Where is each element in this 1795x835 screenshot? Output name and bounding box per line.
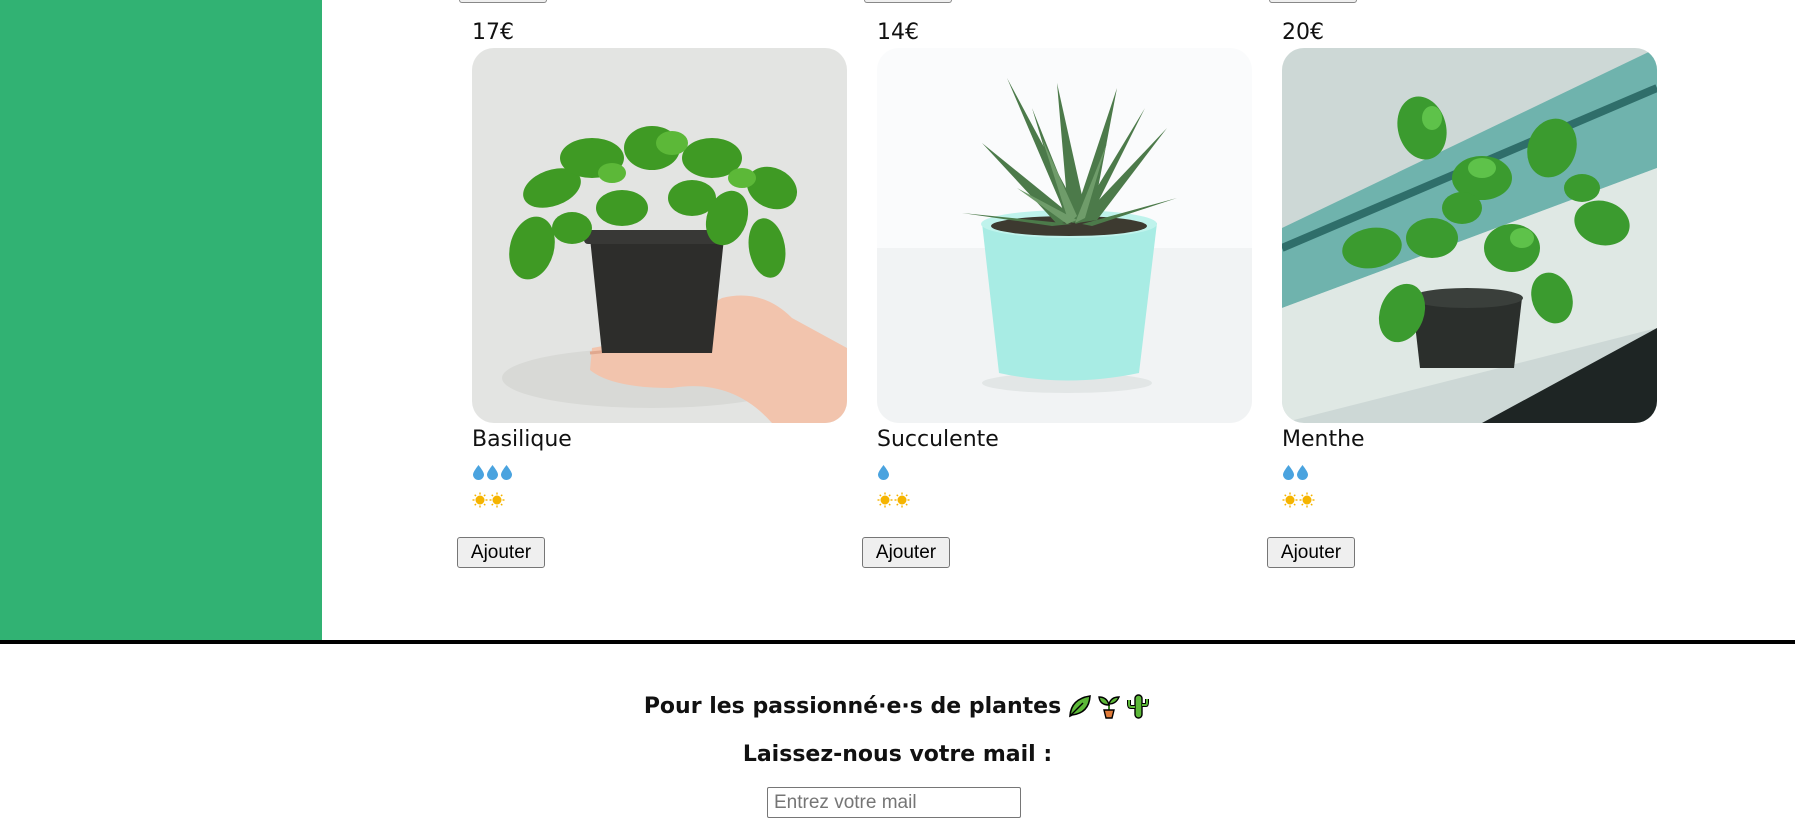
water-drop-icon: [473, 465, 484, 480]
previous-row-button[interactable]: [459, 0, 547, 3]
footer-title-row: Pour les passionné·e·s de plantes: [0, 693, 1795, 719]
leaf-icon: [1069, 695, 1092, 718]
water-level: [877, 462, 890, 482]
product-price: 20€: [1282, 20, 1324, 45]
product-name: Basilique: [472, 427, 572, 452]
product-price: 14€: [877, 20, 919, 45]
sun-icon: [489, 492, 505, 508]
sun-icon: [1282, 492, 1298, 508]
water-level: [1282, 462, 1309, 482]
plant-emojis: [1067, 693, 1151, 719]
product-price: 17€: [472, 20, 514, 45]
product-card: 20€ Menthe Ajouter: [1267, 0, 1658, 575]
previous-row-button[interactable]: [1269, 0, 1357, 3]
add-to-cart-button[interactable]: Ajouter: [862, 537, 950, 568]
light-level: [877, 490, 910, 510]
sun-icon: [877, 492, 893, 508]
seedling-icon: [1098, 696, 1121, 719]
sun-icon: [472, 492, 488, 508]
footer: Pour les passionné·e·s de plantes Laisse…: [0, 644, 1795, 835]
sun-icon: [894, 492, 910, 508]
cactus-icon: [1127, 694, 1150, 719]
light-level: [1282, 490, 1315, 510]
water-drop-icon: [878, 465, 889, 480]
product-card: 17€ Basilique Ajouter: [457, 0, 848, 575]
mail-label: Laissez-nous votre mail :: [742, 742, 1053, 767]
product-card: 14€ Succulente Ajouter: [862, 0, 1253, 575]
light-level: [472, 490, 505, 510]
previous-row-button[interactable]: [864, 0, 952, 3]
water-drop-icon: [1297, 465, 1308, 480]
footer-title: Pour les passionné·e·s de plantes: [643, 693, 1062, 719]
sidebar: [0, 0, 322, 641]
email-field[interactable]: [767, 787, 1021, 818]
sun-icon: [1299, 492, 1315, 508]
water-level: [472, 462, 513, 482]
basil-photo: [472, 48, 847, 423]
water-drop-icon: [487, 465, 498, 480]
water-drop-icon: [501, 465, 512, 480]
water-drop-icon: [1283, 465, 1294, 480]
succulent-photo: [877, 48, 1252, 423]
product-list: 17€ Basilique Ajouter 14€ Succulente Ajo…: [322, 0, 1795, 641]
add-to-cart-button[interactable]: Ajouter: [1267, 537, 1355, 568]
product-name: Menthe: [1282, 427, 1365, 452]
add-to-cart-button[interactable]: Ajouter: [457, 537, 545, 568]
mint-photo: [1282, 48, 1657, 423]
product-name: Succulente: [877, 427, 999, 452]
